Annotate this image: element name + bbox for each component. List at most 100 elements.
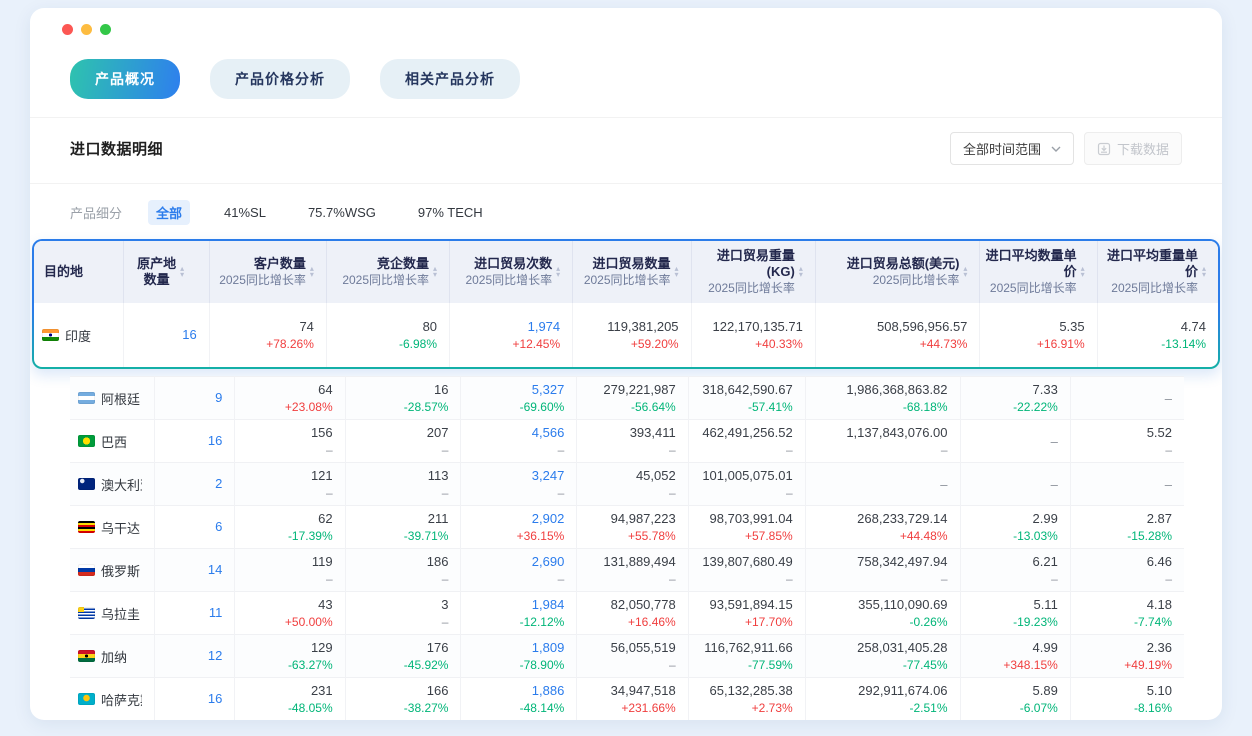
growth-rate: –: [346, 571, 449, 587]
tab-1[interactable]: 产品概况: [70, 59, 180, 99]
sort-icon[interactable]: ▴▾: [310, 266, 314, 278]
growth-rate: +23.08%: [235, 399, 332, 415]
origin-count-link[interactable]: 11: [209, 605, 223, 620]
column-title: 进口平均重量单价2025同比增长率: [1098, 248, 1198, 296]
cell-value: 16: [346, 381, 449, 398]
trade-count-link[interactable]: 1,974: [450, 318, 560, 335]
sort-icon[interactable]: ▴▾: [963, 266, 967, 278]
cell-value: 116,762,911.66: [689, 639, 793, 656]
maximize-window-icon[interactable]: [100, 24, 111, 35]
trade-count-link[interactable]: 1,809: [461, 639, 564, 656]
filter-option-1[interactable]: 全部: [148, 200, 190, 225]
close-window-icon[interactable]: [62, 24, 73, 35]
column-header-5[interactable]: 进口贸易次数2025同比增长率▴▾: [450, 241, 573, 303]
cell-value: 122,170,135.71: [692, 318, 803, 335]
origin-count-cell: 14: [155, 549, 235, 592]
origin-count-link[interactable]: 16: [182, 327, 196, 342]
sort-icon[interactable]: ▴▾: [180, 266, 184, 278]
sort-icon[interactable]: ▴▾: [799, 266, 803, 278]
growth-rate: -13.03%: [961, 528, 1058, 544]
column-header-2[interactable]: 原产地数量▴▾: [124, 241, 209, 303]
column-header-8[interactable]: 进口贸易总额(美元)2025同比增长率▴▾: [815, 241, 980, 303]
import-table-body: 阿根廷964+23.08%16-28.57%5,327-69.60%279,22…: [70, 376, 1184, 720]
growth-rate: –: [961, 571, 1058, 587]
growth-rate: -28.57%: [346, 399, 449, 415]
value-cell: 64+23.08%: [235, 377, 345, 420]
origin-count-link[interactable]: 6: [215, 519, 222, 534]
cell-value: 113: [346, 467, 449, 484]
growth-rate: -63.27%: [235, 657, 332, 673]
origin-count-link[interactable]: 12: [208, 648, 222, 663]
column-header-6[interactable]: 进口贸易数量2025同比增长率▴▾: [573, 241, 691, 303]
value-cell: 318,642,590.67-57.41%: [688, 377, 805, 420]
trade-count-link[interactable]: 4,566: [461, 424, 564, 441]
growth-rate: +40.33%: [692, 336, 803, 352]
filter-option-3[interactable]: 75.7%WSG: [300, 202, 384, 223]
growth-rate: -17.39%: [235, 528, 332, 544]
country-flag-icon: [78, 392, 95, 404]
origin-count-cell: 11: [155, 592, 235, 635]
cell-value: 119,381,205: [573, 318, 678, 335]
growth-rate: -68.18%: [806, 399, 948, 415]
trade-count-link[interactable]: 1,886: [461, 682, 564, 699]
destination-cell: 阿根廷: [70, 377, 155, 420]
country-flag-icon: [78, 521, 95, 533]
destination-cell: 巴西: [70, 420, 155, 463]
highlighted-section: 目的地原产地数量▴▾客户数量2025同比增长率▴▾竞企数量2025同比增长率▴▾…: [32, 239, 1220, 369]
cell-value: 4.18: [1071, 596, 1172, 613]
trade-count-link[interactable]: 2,902: [461, 510, 564, 527]
value-cell: 121–: [235, 463, 345, 506]
tab-2[interactable]: 产品价格分析: [210, 59, 350, 99]
sort-icon[interactable]: ▴▾: [433, 266, 437, 278]
trade-count-link[interactable]: 1,984: [461, 596, 564, 613]
sort-icon[interactable]: ▴▾: [675, 266, 679, 278]
cell-value: 5.89: [961, 682, 1058, 699]
sort-icon[interactable]: ▴▾: [1202, 266, 1206, 278]
growth-rate: –: [461, 571, 564, 587]
trade-count-link[interactable]: 2,690: [461, 553, 564, 570]
origin-count-link[interactable]: 16: [208, 433, 222, 448]
sort-icon[interactable]: ▴▾: [1081, 266, 1085, 278]
section-title: 进口数据明细: [70, 138, 163, 159]
value-cell: 4.74-13.14%: [1097, 303, 1218, 367]
highlighted-row-body: 印度1674+78.26%80-6.98%1,974+12.45%119,381…: [34, 303, 1218, 367]
value-cell: 2.99-13.03%: [960, 506, 1070, 549]
cell-value: 5.52: [1071, 424, 1172, 441]
origin-count-link[interactable]: 16: [208, 691, 222, 706]
column-header-9[interactable]: 进口平均数量单价2025同比增长率▴▾: [980, 241, 1097, 303]
filter-option-2[interactable]: 41%SL: [216, 202, 274, 223]
column-header-10[interactable]: 进口平均重量单价2025同比增长率 ▴▾: [1097, 241, 1218, 303]
value-cell: 3–: [345, 592, 461, 635]
trade-count-link[interactable]: 3,247: [461, 467, 564, 484]
tab-3[interactable]: 相关产品分析: [380, 59, 520, 99]
value-cell: 94,987,223+55.78%: [577, 506, 688, 549]
download-button[interactable]: 下载数据: [1084, 132, 1182, 165]
growth-rate: -0.26%: [806, 614, 948, 630]
origin-count-link[interactable]: 14: [208, 562, 222, 577]
value-cell: 211-39.71%: [345, 506, 461, 549]
origin-count-link[interactable]: 2: [215, 476, 222, 491]
value-cell: 4.18-7.74%: [1070, 592, 1184, 635]
cell-value: 74: [210, 318, 314, 335]
column-header-3[interactable]: 客户数量2025同比增长率▴▾: [209, 241, 326, 303]
value-cell: 5.10-8.16%: [1070, 678, 1184, 721]
value-cell: 258,031,405.28-77.45%: [805, 635, 960, 678]
growth-rate: -6.98%: [327, 336, 437, 352]
highlighted-table-row: 印度1674+78.26%80-6.98%1,974+12.45%119,381…: [34, 303, 1218, 367]
cell-value: 6.21: [961, 553, 1058, 570]
column-header-7[interactable]: 进口贸易重量(KG)2025同比增长率▴▾: [691, 241, 815, 303]
origin-count-cell: 16: [155, 678, 235, 721]
trade-count-link[interactable]: 5,327: [461, 381, 564, 398]
cell-value: 3: [346, 596, 449, 613]
value-cell: 5.11-19.23%: [960, 592, 1070, 635]
column-header-4[interactable]: 竞企数量2025同比增长率▴▾: [326, 241, 449, 303]
value-cell: 1,986,368,863.82-68.18%: [805, 377, 960, 420]
origin-count-cell: 16: [124, 303, 209, 367]
cell-value: 292,911,674.06: [806, 682, 948, 699]
cell-value: 131,889,494: [577, 553, 675, 570]
time-range-select[interactable]: 全部时间范围: [950, 132, 1074, 165]
origin-count-link[interactable]: 9: [215, 390, 222, 405]
filter-option-4[interactable]: 97% TECH: [410, 202, 491, 223]
minimize-window-icon[interactable]: [81, 24, 92, 35]
sort-icon[interactable]: ▴▾: [556, 266, 560, 278]
